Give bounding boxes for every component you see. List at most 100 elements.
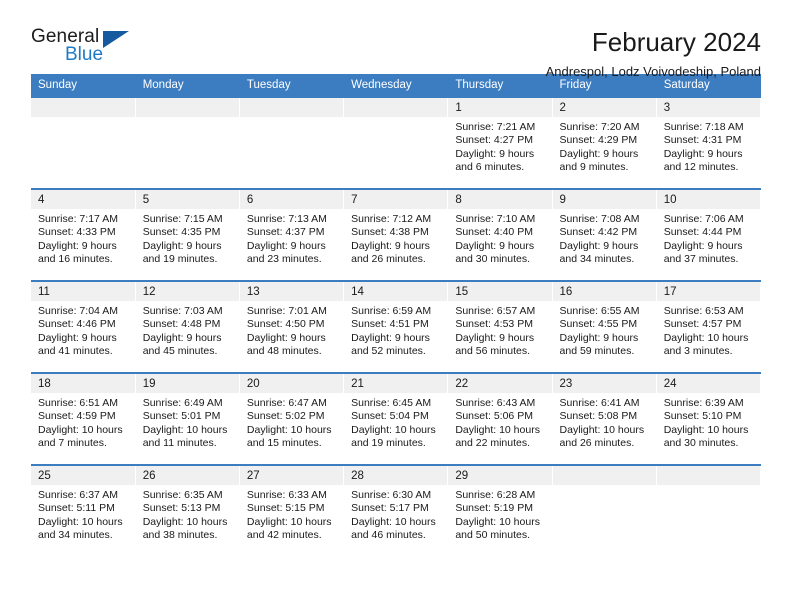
day-info-line: Daylight: 10 hours: [246, 423, 332, 436]
day-cell-inner: 7 Sunrise: 7:12 AM Sunset: 4:38 PM Daylight…: [344, 190, 448, 278]
day-number: [552, 466, 656, 485]
day-cell-inner: 15 Sunrise: 6:57 AM Sunset: 4:53 PM Dayligh…: [448, 282, 552, 370]
day-info-line: Daylight: 9 hours: [351, 331, 430, 344]
day-info-line: Daylight: 9 hours: [142, 331, 222, 344]
calendar-day-cell[interactable]: 20 Sunrise: 6:47 AM Sunset: 5:02 PM Dayligh…: [239, 372, 345, 465]
day-info-line: Daylight: 9 hours: [455, 331, 535, 344]
day-sun-info: Sunrise: 6:35 AM Sunset: 5:13 PM Daylight:…: [136, 485, 239, 543]
day-sun-info: Sunrise: 7:03 AM Sunset: 4:48 PM Daylight:…: [136, 301, 239, 359]
day-number: 18: [31, 374, 135, 393]
calendar-day-cell[interactable]: 3 Sunrise: 7:18 AM Sunset: 4:31 PM Daylight…: [656, 96, 762, 189]
day-sun-info: [31, 117, 135, 121]
day-info-line: Sunset: 4:53 PM: [455, 318, 533, 331]
calendar-day-cell[interactable]: 14 Sunrise: 6:59 AM Sunset: 4:51 PM Dayligh…: [343, 280, 449, 373]
calendar-day-cell[interactable]: 5 Sunrise: 7:15 AM Sunset: 4:35 PM Daylight…: [135, 188, 240, 281]
day-info-line: and 9 minutes.: [559, 161, 629, 174]
day-cell-inner: [239, 98, 344, 186]
day-sun-info: Sunrise: 6:28 AM Sunset: 5:19 PM Daylight:…: [448, 485, 551, 543]
calendar-day-cell[interactable]: 28 Sunrise: 6:30 AM Sunset: 5:17 PM Dayligh…: [343, 464, 449, 556]
calendar-day-cell[interactable]: 13 Sunrise: 7:01 AM Sunset: 4:50 PM Dayligh…: [239, 280, 345, 373]
day-cell-inner: 1 Sunrise: 7:21 AM Sunset: 4:27 PM Daylight…: [448, 98, 552, 186]
day-info-line: Sunset: 4:37 PM: [246, 226, 325, 239]
calendar-week-row: 11 Sunrise: 7:04 AM Sunset: 4:46 PM Dayligh…: [31, 280, 762, 373]
day-info-line: Daylight: 9 hours: [142, 239, 222, 252]
day-info-line: and 48 minutes.: [246, 345, 322, 358]
day-info-line: Sunrise: 6:49 AM: [142, 397, 223, 409]
day-number: 19: [135, 374, 239, 393]
calendar-day-cell[interactable]: 16 Sunrise: 6:55 AM Sunset: 4:55 PM Dayligh…: [552, 280, 657, 373]
calendar-day-cell-empty: [239, 96, 345, 189]
day-sun-info: [344, 117, 447, 121]
day-cell-inner: [344, 98, 448, 186]
day-info-line: and 42 minutes.: [246, 529, 322, 542]
calendar-week-row: 18 Sunrise: 6:51 AM Sunset: 4:59 PM Dayligh…: [31, 372, 762, 465]
day-info-line: Sunset: 5:08 PM: [559, 410, 638, 423]
generalblue-logo[interactable]: General Blue: [31, 26, 141, 72]
day-number: 10: [656, 190, 760, 209]
calendar-day-cell[interactable]: 4 Sunrise: 7:17 AM Sunset: 4:33 PM Daylight…: [31, 188, 136, 281]
day-info-line: Sunrise: 6:28 AM: [455, 489, 536, 501]
day-info-line: Daylight: 9 hours: [455, 239, 535, 252]
page-title: February 2024: [591, 27, 761, 57]
page-header: General Blue February 2024 Andrespol, Lo…: [31, 0, 761, 79]
day-number: 9: [552, 190, 656, 209]
calendar-day-cell[interactable]: 12 Sunrise: 7:03 AM Sunset: 4:48 PM Dayligh…: [135, 280, 240, 373]
day-number: 11: [31, 282, 135, 301]
day-info-line: Sunrise: 7:04 AM: [38, 305, 118, 317]
calendar-day-cell[interactable]: 15 Sunrise: 6:57 AM Sunset: 4:53 PM Dayligh…: [447, 280, 553, 373]
calendar-day-cell[interactable]: 26 Sunrise: 6:35 AM Sunset: 5:13 PM Dayligh…: [135, 464, 240, 556]
day-info-line: and 16 minutes.: [38, 253, 113, 266]
calendar-day-cell[interactable]: 19 Sunrise: 6:49 AM Sunset: 5:01 PM Dayligh…: [135, 372, 240, 465]
day-info-line: Daylight: 10 hours: [142, 423, 228, 436]
logo-text-blue: Blue: [65, 44, 104, 65]
calendar-day-cell[interactable]: 7 Sunrise: 7:12 AM Sunset: 4:38 PM Daylight…: [343, 188, 449, 281]
day-info-line: Sunrise: 6:35 AM: [142, 489, 223, 501]
day-info-line: Daylight: 9 hours: [246, 331, 326, 344]
calendar-day-cell[interactable]: 8 Sunrise: 7:10 AM Sunset: 4:40 PM Daylight…: [447, 188, 553, 281]
day-number: [656, 466, 760, 485]
day-info-line: and 26 minutes.: [351, 253, 426, 266]
day-number: 20: [239, 374, 344, 393]
calendar-day-cell[interactable]: 11 Sunrise: 7:04 AM Sunset: 4:46 PM Dayligh…: [31, 280, 136, 373]
day-info-line: Sunrise: 7:10 AM: [455, 213, 536, 225]
day-info-line: Daylight: 10 hours: [38, 423, 123, 436]
calendar-day-cell[interactable]: 23 Sunrise: 6:41 AM Sunset: 5:08 PM Dayligh…: [552, 372, 657, 465]
day-info-line: Daylight: 9 hours: [38, 239, 117, 252]
calendar-week-row: 25 Sunrise: 6:37 AM Sunset: 5:11 PM Dayligh…: [31, 464, 762, 556]
calendar-day-cell[interactable]: 29 Sunrise: 6:28 AM Sunset: 5:19 PM Dayligh…: [447, 464, 553, 556]
day-sun-info: Sunrise: 7:13 AM Sunset: 4:37 PM Daylight:…: [240, 209, 343, 267]
day-info-line: Sunrise: 6:39 AM: [663, 397, 744, 409]
weekday-header-wednesday: Wednesday: [343, 74, 449, 97]
day-info-line: and 37 minutes.: [663, 253, 739, 266]
calendar-day-cell[interactable]: 25 Sunrise: 6:37 AM Sunset: 5:11 PM Dayligh…: [31, 464, 136, 556]
calendar-day-cell[interactable]: 18 Sunrise: 6:51 AM Sunset: 4:59 PM Dayligh…: [31, 372, 136, 465]
calendar-day-cell[interactable]: 2 Sunrise: 7:20 AM Sunset: 4:29 PM Daylight…: [552, 96, 657, 189]
day-info-line: and 3 minutes.: [663, 345, 733, 358]
day-sun-info: Sunrise: 7:01 AM Sunset: 4:50 PM Daylight:…: [240, 301, 343, 359]
day-info-line: Sunrise: 6:47 AM: [246, 397, 327, 409]
calendar-day-cell[interactable]: 6 Sunrise: 7:13 AM Sunset: 4:37 PM Daylight…: [239, 188, 345, 281]
day-cell-inner: 29 Sunrise: 6:28 AM Sunset: 5:19 PM Dayligh…: [448, 466, 552, 554]
day-number: 12: [135, 282, 239, 301]
day-info-line: Daylight: 9 hours: [246, 239, 326, 252]
calendar-day-cell[interactable]: 9 Sunrise: 7:08 AM Sunset: 4:42 PM Daylight…: [552, 188, 657, 281]
calendar-day-cell[interactable]: 1 Sunrise: 7:21 AM Sunset: 4:27 PM Daylight…: [447, 96, 553, 189]
day-info-line: and 30 minutes.: [455, 253, 531, 266]
day-info-line: Sunrise: 7:03 AM: [142, 305, 223, 317]
calendar-day-cell[interactable]: 27 Sunrise: 6:33 AM Sunset: 5:15 PM Dayligh…: [239, 464, 345, 556]
calendar-day-cell[interactable]: 10 Sunrise: 7:06 AM Sunset: 4:44 PM Dayligh…: [656, 188, 762, 281]
weekday-header-thursday: Thursday: [447, 74, 553, 97]
calendar-week-row: 4 Sunrise: 7:17 AM Sunset: 4:33 PM Daylight…: [31, 188, 762, 281]
day-number: 5: [135, 190, 239, 209]
calendar-day-cell[interactable]: 22 Sunrise: 6:43 AM Sunset: 5:06 PM Dayligh…: [447, 372, 553, 465]
day-info-line: Sunset: 4:27 PM: [455, 134, 533, 147]
calendar-day-cell[interactable]: 17 Sunrise: 6:53 AM Sunset: 4:57 PM Dayligh…: [656, 280, 762, 373]
day-cell-inner: 21 Sunrise: 6:45 AM Sunset: 5:04 PM Dayligh…: [344, 374, 448, 462]
day-info-line: Sunrise: 6:53 AM: [663, 305, 744, 317]
day-number: 14: [344, 282, 448, 301]
calendar-day-cell[interactable]: 21 Sunrise: 6:45 AM Sunset: 5:04 PM Dayligh…: [343, 372, 449, 465]
calendar-day-cell[interactable]: 24 Sunrise: 6:39 AM Sunset: 5:10 PM Dayligh…: [656, 372, 762, 465]
day-number: [31, 98, 135, 117]
day-info-line: and 12 minutes.: [663, 161, 739, 174]
day-info-line: Sunset: 5:01 PM: [142, 410, 221, 423]
